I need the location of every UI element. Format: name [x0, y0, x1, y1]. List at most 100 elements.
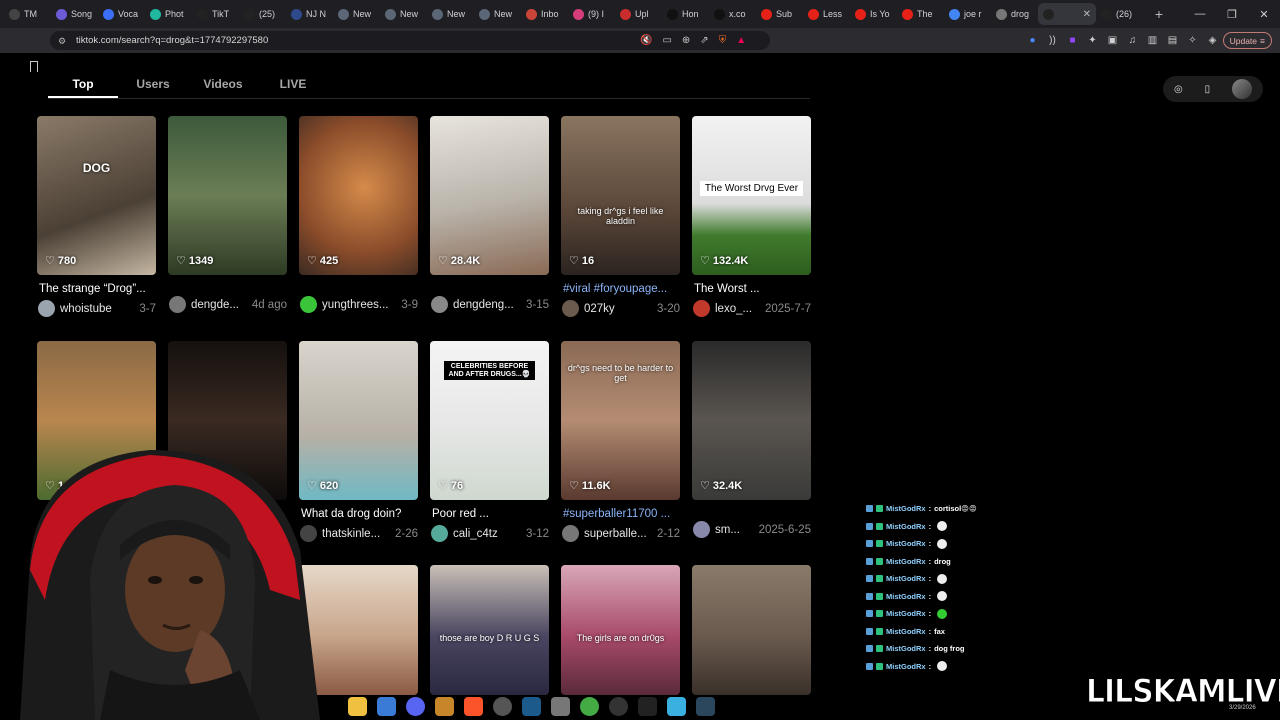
- app-4k-icon[interactable]: [609, 696, 628, 716]
- avatar[interactable]: [169, 296, 186, 313]
- brave-shield-icon[interactable]: ⛨: [719, 35, 727, 46]
- video-thumbnail[interactable]: ♡ 425: [299, 116, 418, 275]
- browser-tab[interactable]: New: [333, 3, 380, 25]
- browser-tab[interactable]: New: [474, 3, 521, 25]
- username[interactable]: 027ky: [584, 303, 615, 315]
- app-icon[interactable]: [551, 696, 570, 716]
- minimize-button[interactable]: —: [1184, 0, 1216, 28]
- username[interactable]: sm...: [715, 524, 740, 536]
- video-card[interactable]: ♡ 28.4K dengdeng... 3-15: [430, 116, 549, 313]
- extension-icon[interactable]: ●: [1027, 35, 1038, 46]
- browser-tab[interactable]: (26): [1096, 3, 1143, 25]
- video-thumbnail[interactable]: CELEBRITIES BEFORE AND AFTER DRUGS...💀 ♡ 7…: [430, 341, 549, 500]
- video-description[interactable]: Poor red ...: [430, 508, 549, 520]
- video-thumbnail[interactable]: The Worst Drvg Ever ♡ 132.4K: [692, 116, 811, 275]
- ai-icon[interactable]: ✧: [1187, 35, 1198, 46]
- video-card[interactable]: ♡ 32.4K sm... 2025-6-25: [692, 341, 811, 538]
- username[interactable]: cali_c4tz: [453, 528, 498, 540]
- browser-tab[interactable]: (25): [239, 3, 286, 25]
- music-icon[interactable]: ♫: [1127, 35, 1138, 46]
- video-thumbnail[interactable]: DOG ♡ 780: [37, 116, 156, 275]
- video-description[interactable]: #superballer11700 ...: [561, 508, 680, 520]
- store-icon[interactable]: [377, 696, 396, 716]
- avatar[interactable]: [38, 300, 55, 317]
- video-card[interactable]: ♡ 425 yungthrees... 3-9: [299, 116, 418, 313]
- username[interactable]: dengdeng...: [453, 299, 514, 311]
- avatar[interactable]: [693, 521, 710, 538]
- capcut-icon[interactable]: [638, 696, 657, 716]
- obs-icon[interactable]: [493, 696, 512, 716]
- audio-icon[interactable]: )): [1047, 35, 1058, 46]
- browser-tab[interactable]: TM: [4, 3, 51, 25]
- browser-tab[interactable]: Is Yo: [850, 3, 897, 25]
- browser-tab[interactable]: The: [897, 3, 944, 25]
- tab-live[interactable]: LIVE: [258, 68, 328, 98]
- close-tab-icon[interactable]: ✕: [1083, 9, 1091, 20]
- bookmark-icon[interactable]: [30, 61, 38, 72]
- video-card[interactable]: The girls are on dr0gs: [561, 565, 680, 695]
- video-thumbnail[interactable]: taking dr^gs i feel like aladdin ♡ 16: [561, 116, 680, 275]
- browser-tab[interactable]: joe r: [944, 3, 991, 25]
- compass-icon[interactable]: ◎: [1174, 84, 1183, 95]
- new-tab-button[interactable]: +: [1147, 6, 1171, 22]
- steam-icon[interactable]: [522, 696, 541, 716]
- notes-icon[interactable]: [667, 696, 686, 716]
- video-thumbnail[interactable]: [692, 565, 811, 695]
- video-card[interactable]: taking dr^gs i feel like aladdin ♡ 16 #vira…: [561, 116, 680, 317]
- browser-tab[interactable]: NJ N: [286, 3, 333, 25]
- browser-tab[interactable]: Sub: [756, 3, 803, 25]
- video-card[interactable]: DOG ♡ 780 The strange “Drog”... whoistube 3-7: [37, 116, 156, 317]
- zoom-icon[interactable]: ⊕: [682, 35, 690, 46]
- username[interactable]: yungthrees...: [322, 299, 388, 311]
- video-thumbnail[interactable]: ♡ 28.4K: [430, 116, 549, 275]
- tab-top[interactable]: Top: [48, 68, 118, 98]
- browser-tab[interactable]: Phot: [145, 3, 192, 25]
- app-icon[interactable]: [435, 696, 454, 716]
- video-card[interactable]: CELEBRITIES BEFORE AND AFTER DRUGS...💀 ♡ 7…: [430, 341, 549, 542]
- video-thumbnail[interactable]: ♡ 32.4K: [692, 341, 811, 500]
- video-thumbnail[interactable]: The girls are on dr0gs: [561, 565, 680, 695]
- avatar[interactable]: [431, 296, 448, 313]
- avatar[interactable]: [300, 296, 317, 313]
- screenshot-icon[interactable]: ▣: [1107, 35, 1118, 46]
- browser-tab[interactable]: Voca: [98, 3, 145, 25]
- share-icon[interactable]: ⇗: [700, 35, 708, 46]
- site-info-icon[interactable]: ⚙: [58, 36, 68, 46]
- username[interactable]: lexo_...: [715, 303, 752, 315]
- browser-tab[interactable]: x.co: [709, 3, 756, 25]
- browser-tab[interactable]: Inbo: [521, 3, 568, 25]
- brave-rewards-icon[interactable]: ▲: [736, 35, 746, 46]
- avatar[interactable]: [562, 300, 579, 317]
- video-card[interactable]: those are boy D R U G S: [430, 565, 549, 695]
- video-description[interactable]: #viral #foryoupage...: [561, 283, 680, 295]
- folder-icon[interactable]: [348, 696, 367, 716]
- tab-videos[interactable]: Videos: [188, 68, 258, 98]
- puzzle-icon[interactable]: ✦: [1087, 35, 1098, 46]
- tab-users[interactable]: Users: [118, 68, 188, 98]
- browser-tab[interactable]: Upl: [615, 3, 662, 25]
- games-icon[interactable]: [580, 696, 599, 716]
- browser-tab[interactable]: New: [380, 3, 427, 25]
- steam-icon[interactable]: [696, 696, 715, 716]
- twitch-extension-icon[interactable]: ■: [1067, 35, 1078, 46]
- video-thumbnail[interactable]: dr^gs need to be harder to get ♡ 11.6K: [561, 341, 680, 500]
- sidebar-icon[interactable]: ▥: [1147, 35, 1158, 46]
- browser-tab[interactable]: TikT: [192, 3, 239, 25]
- phone-icon[interactable]: ▯: [1205, 84, 1211, 95]
- browser-tab[interactable]: Less: [803, 3, 850, 25]
- browser-tab[interactable]: Hon: [662, 3, 709, 25]
- browser-tab[interactable]: New: [427, 3, 474, 25]
- profile-avatar[interactable]: [1232, 79, 1253, 99]
- close-window-button[interactable]: ✕: [1248, 0, 1280, 28]
- video-card[interactable]: ♡ 1349 dengde... 4d ago: [168, 116, 287, 313]
- brave-icon[interactable]: [464, 696, 483, 716]
- video-description[interactable]: The strange “Drog”...: [37, 283, 156, 295]
- browser-tab[interactable]: ✕: [1038, 3, 1096, 25]
- wallet-icon[interactable]: ▤: [1167, 35, 1178, 46]
- vpn-icon[interactable]: ◈: [1207, 35, 1218, 46]
- mute-icon[interactable]: 🔇: [640, 35, 652, 46]
- browser-tab[interactable]: (9) I: [568, 3, 615, 25]
- username[interactable]: superballe...: [584, 528, 647, 540]
- browser-tab[interactable]: Song: [51, 3, 98, 25]
- avatar[interactable]: [431, 525, 448, 542]
